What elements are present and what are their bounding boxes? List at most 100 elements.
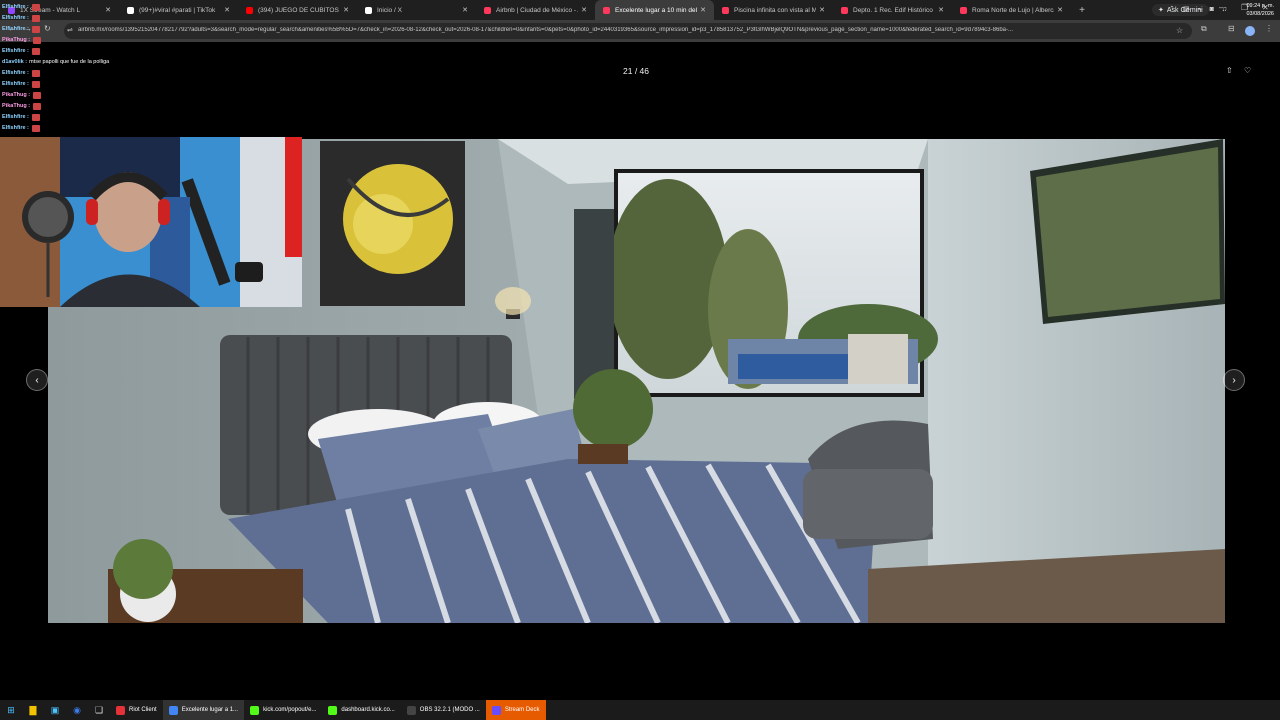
chat-username[interactable]: PikaThug : <box>2 90 30 101</box>
chat-username[interactable]: Elfishfire : <box>2 79 29 90</box>
tab-favicon-icon <box>603 6 610 14</box>
chat-text: mtse papolli que fue de la polliga <box>29 59 110 65</box>
taskbar-app-label: Riot Client <box>129 707 157 713</box>
tab-close-icon[interactable]: ✕ <box>462 6 468 14</box>
taskbar-app[interactable]: Stream Deck <box>485 700 546 720</box>
taskbar-app-label: kick.com/popout/e... <box>263 707 317 713</box>
clock[interactable]: 09:24 p. m. 03/08/2026 <box>1246 2 1274 18</box>
browser-tab[interactable]: Airbnb | Ciudad de México - Ai ✕ <box>476 0 595 20</box>
taskbar-app[interactable]: kick.com/popout/e... <box>244 700 322 720</box>
chat-emote-icon <box>33 103 42 110</box>
chat-message: Elfishfire : <box>2 24 152 35</box>
chat-username[interactable]: Elfishfire : <box>2 13 29 24</box>
chat-emote-icon <box>31 4 40 11</box>
heart-icon[interactable]: ♡ <box>1244 66 1251 75</box>
tab-favicon-icon <box>365 6 372 14</box>
browser-tab[interactable]: Roma Norte de Lujo | Alberca, I ✕ <box>952 0 1071 20</box>
app-icon <box>328 705 338 715</box>
tab-close-icon[interactable]: ✕ <box>1057 6 1063 14</box>
file-explorer-icon[interactable]: ▇ <box>22 705 44 716</box>
tab-close-icon[interactable]: ✕ <box>938 6 944 14</box>
tab-close-icon[interactable]: ✕ <box>343 6 349 14</box>
chat-message: PikaThug : <box>2 101 152 112</box>
chat-emote-icon <box>31 26 40 33</box>
chat-username[interactable]: Elfishfire : <box>2 2 29 13</box>
tab-close-icon[interactable]: ✕ <box>700 6 706 14</box>
bookmark-star-icon[interactable]: ☆ <box>1176 26 1183 35</box>
chat-username[interactable]: Elfishfire : <box>2 24 29 35</box>
chat-overlay: Elfishfire : Elfishfire : Elfishfire : Pika… <box>2 2 152 134</box>
chat-username[interactable]: PikaThug : <box>2 101 30 112</box>
taskbar-app[interactable]: OBS 32.2.1 (MODO ... <box>401 700 486 720</box>
taskbar-app[interactable]: Excelente lugar a 1... <box>162 700 245 720</box>
chat-emote-icon <box>31 70 40 77</box>
chat-message: Elfishfire : <box>2 68 152 79</box>
taskbar-app[interactable]: dashboard.kick.co... <box>322 700 400 720</box>
chevron-left-icon: ‹ <box>35 374 39 386</box>
share-icon[interactable]: ⇧ <box>1226 66 1233 75</box>
profile-avatar[interactable] <box>1245 26 1255 36</box>
next-photo-button[interactable]: › <box>1223 369 1245 391</box>
menu-icon[interactable]: ⋮ <box>1265 24 1273 33</box>
browser-tab[interactable]: Piscina infinita con vista al Mo ✕ <box>714 0 833 20</box>
tab-favicon-icon <box>484 6 491 14</box>
chat-username[interactable]: PikaThug : <box>2 35 30 46</box>
chevron-right-icon: › <box>1232 374 1236 386</box>
taskbar-app[interactable]: Riot Client <box>110 700 163 720</box>
tab-label: Depto. 1 Rec. Edif Histórico San <box>853 6 935 14</box>
chat-username[interactable]: Elfishfire : <box>2 112 29 123</box>
tab-close-icon[interactable]: ✕ <box>819 6 825 14</box>
store-icon[interactable]: ▣ <box>44 705 66 716</box>
chat-message: PikaThug : <box>2 90 152 101</box>
tab-favicon-icon <box>841 6 848 14</box>
chat-message: d1av0lik : mtse papolli que fue de la pol… <box>2 57 152 68</box>
browser-tab[interactable]: Depto. 1 Rec. Edif Histórico San✕ <box>833 0 952 20</box>
taskbar-app-label: Stream Deck <box>504 707 540 713</box>
browser-toolbar: ← → ↻ ⇌ airbnb.mx/rooms/1395215204778217… <box>0 20 1280 42</box>
chat-emote-icon <box>33 37 42 44</box>
tab-label: Piscina infinita con vista al Mo <box>734 6 816 14</box>
browser-tab[interactable]: Excelente lugar a 10 min del ce ✕ <box>595 0 714 20</box>
chat-username[interactable]: Elfishfire : <box>2 68 29 79</box>
previous-photo-button[interactable]: ‹ <box>26 369 48 391</box>
gemini-icon: ✦ <box>1158 7 1164 14</box>
chat-emote-icon <box>31 125 40 132</box>
tab-label: Excelente lugar a 10 min del ce <box>615 6 697 14</box>
chat-emote-icon <box>31 81 40 88</box>
tab-label: (394) JUEGO DE CUBITOS + JUE <box>258 6 340 14</box>
browser-tab[interactable]: (394) JUEGO DE CUBITOS + JUE✕ <box>238 0 357 20</box>
windows-start-icon[interactable]: ⊞ <box>0 705 22 716</box>
chat-message: Elfishfire : <box>2 112 152 123</box>
chat-message: Elfishfire : <box>2 123 152 134</box>
chat-username[interactable]: Elfishfire : <box>2 46 29 57</box>
chat-username[interactable]: Elfishfire : <box>2 123 29 134</box>
chat-emote-icon <box>31 114 40 121</box>
extensions-icon[interactable]: ⧉ <box>1201 24 1207 34</box>
taskbar-app-label: dashboard.kick.co... <box>341 707 395 713</box>
system-tray[interactable]: ⌃ ▤ ⌁ ◙ ♫ <box>1169 5 1230 13</box>
chat-message: PikaThug : <box>2 35 152 46</box>
app-icon <box>406 705 416 715</box>
url-text: airbnb.mx/rooms/1395215204778217792?adul… <box>78 27 1013 33</box>
tab-label: Inicio / X <box>377 6 402 14</box>
chat-username[interactable]: d1av0lik : <box>2 57 27 68</box>
chat-emote-icon <box>31 48 40 55</box>
streamer-webcam <box>0 137 302 307</box>
tab-favicon-icon <box>960 6 967 14</box>
tab-favicon-icon <box>722 6 729 14</box>
tab-close-icon[interactable]: ✕ <box>224 6 230 14</box>
chat-message: Elfishfire : <box>2 46 152 57</box>
app-icon <box>168 705 178 715</box>
tab-close-icon[interactable]: ✕ <box>581 6 587 14</box>
new-tab-button[interactable]: + <box>1073 5 1091 16</box>
edge-icon[interactable]: ◉ <box>66 705 88 716</box>
address-bar[interactable]: ⇌ airbnb.mx/rooms/1395215204778217792?ad… <box>64 23 1192 39</box>
app-icon <box>116 705 125 715</box>
chat-emote-icon <box>33 92 42 99</box>
sidebar-icon[interactable]: ⊟ <box>1228 24 1235 33</box>
taskbar-app-label: Excelente lugar a 1... <box>181 707 239 713</box>
app-icon <box>491 705 501 715</box>
tab-label: Airbnb | Ciudad de México - Ai <box>496 6 578 14</box>
browser-tab[interactable]: Inicio / X ✕ <box>357 0 476 20</box>
task-view-icon[interactable]: ❏ <box>88 705 110 716</box>
